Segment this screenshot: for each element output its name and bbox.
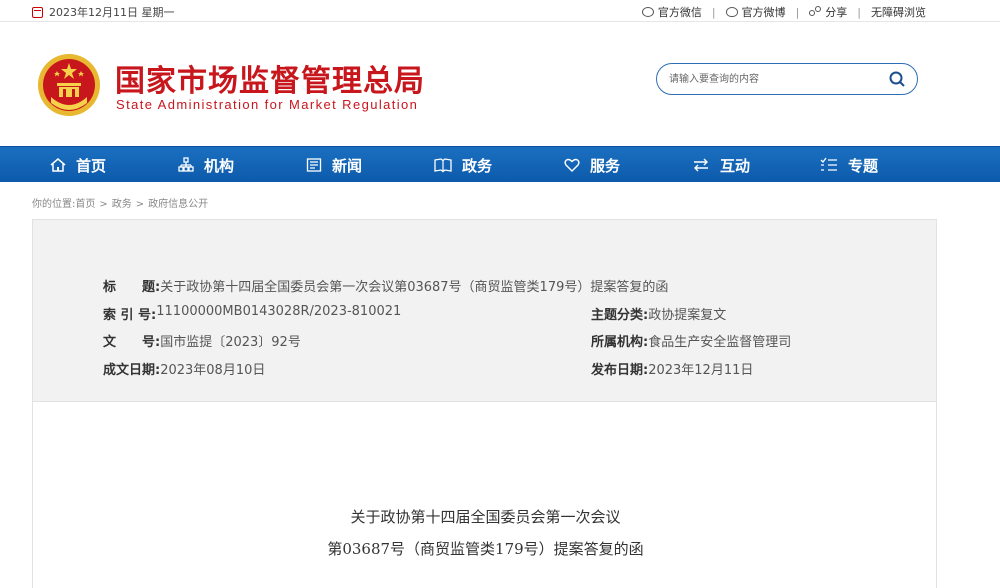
nav-label: 政务: [462, 156, 493, 175]
date-text: 2023年12月11日 星期一: [49, 6, 175, 19]
breadcrumb-home[interactable]: 首页: [75, 199, 95, 210]
nav-item-topics[interactable]: 专题: [820, 147, 878, 183]
weibo-link[interactable]: 官方微博: [725, 4, 786, 20]
info-row-index: 索 引 号: 11100000MB0143028R/2023-810021: [103, 304, 401, 323]
search-input[interactable]: [669, 70, 879, 88]
top-bar: 2023年12月11日 星期一 官方微信 | 官方微博 | 分享 | 无障碍浏览: [0, 0, 1000, 22]
current-date: 2023年12月11日 星期一: [32, 4, 175, 20]
topic-label: 主题分类:: [591, 308, 649, 323]
share-icon: [809, 6, 822, 18]
org-label: 所属机构:: [591, 335, 649, 350]
news-icon: [306, 158, 322, 172]
national-emblem-icon[interactable]: [37, 53, 101, 117]
breadcrumb-separator: >: [135, 199, 145, 210]
share-link[interactable]: 分享: [809, 4, 847, 20]
heart-icon: [564, 158, 580, 172]
site-title[interactable]: 国家市场监督管理总局: [115, 56, 425, 100]
wechat-label: 官方微信: [657, 6, 702, 19]
accessibility-link[interactable]: 无障碍浏览: [871, 4, 926, 20]
wechat-link[interactable]: 官方微信: [641, 4, 702, 20]
wechat-icon: [641, 7, 654, 17]
nav-item-news[interactable]: 新闻: [306, 147, 362, 183]
title-value: 关于政协第十四届全国委员会第一次会议第03687号（商贸监管类179号）提案答复…: [160, 280, 669, 295]
published-label: 发布日期:: [591, 363, 649, 378]
nav-item-interact[interactable]: 互动: [692, 147, 750, 183]
info-row-created: 成文日期: 2023年08月10日: [103, 359, 265, 378]
search-icon[interactable]: [889, 71, 905, 87]
org-icon: [178, 157, 194, 172]
separator: |: [857, 5, 861, 19]
affairs-icon: [434, 158, 452, 173]
nav-label: 首页: [76, 156, 107, 175]
exchange-icon: [694, 158, 708, 172]
breadcrumb-prefix: 你的位置:: [32, 199, 76, 210]
info-row-docno: 文 号: 国市监提〔2023〕92号: [103, 331, 301, 350]
separator: |: [795, 5, 800, 19]
site-title-english: State Administration for Market Regulati…: [116, 97, 419, 112]
breadcrumb: 你的位置:首页 > 政务 > 政府信息公开: [32, 195, 208, 210]
nav-label: 机构: [204, 156, 235, 175]
nav-item-org[interactable]: 机构: [178, 147, 234, 183]
info-row-title: 标 题: 关于政协第十四届全国委员会第一次会议第03687号（商贸监管类179号…: [103, 276, 668, 295]
document-body: 关于政协第十四届全国委员会第一次会议 第03687号（商贸监管类179号）提案答…: [32, 402, 937, 588]
created-value: 2023年08月10日: [160, 363, 266, 378]
info-row-org: 所属机构: 食品生产安全监督管理司: [591, 331, 791, 350]
nav-label: 服务: [590, 156, 621, 175]
info-row-topic: 主题分类: 政协提案复文: [591, 304, 726, 323]
nav-item-service[interactable]: 服务: [564, 147, 620, 183]
site-header: 国家市场监督管理总局 State Administration for Mark…: [0, 23, 1000, 146]
nav-label: 专题: [848, 156, 879, 175]
docno-label: 文 号:: [103, 335, 161, 350]
breadcrumb-affairs[interactable]: 政务: [112, 199, 132, 210]
document-title-line1: 关于政协第十四届全国委员会第一次会议: [350, 508, 621, 526]
main-nav: 首页 机构 新闻 政务 服务 互动 专题: [0, 146, 1000, 182]
created-label: 成文日期:: [103, 363, 161, 378]
breadcrumb-separator: >: [99, 199, 108, 210]
index-label: 索 引 号:: [103, 308, 157, 323]
search-box: [656, 63, 918, 95]
info-row-published: 发布日期: 2023年12月11日: [591, 359, 753, 378]
docno-value: 国市监提〔2023〕92号: [160, 335, 301, 350]
share-label: 分享: [825, 6, 848, 19]
nav-label: 新闻: [332, 156, 363, 175]
title-label: 标 题:: [103, 280, 161, 295]
calendar-icon: [32, 6, 43, 18]
published-value: 2023年12月11日: [648, 363, 754, 378]
weibo-label: 官方微博: [741, 6, 786, 19]
nav-item-home[interactable]: 首页: [50, 147, 106, 183]
accessibility-label: 无障碍浏览: [871, 6, 926, 19]
breadcrumb-gov-info[interactable]: 政府信息公开: [148, 199, 208, 210]
nav-label: 互动: [720, 156, 751, 175]
weibo-icon: [725, 7, 738, 17]
org-value: 食品生产安全监督管理司: [648, 335, 792, 350]
document-title-line2: 第03687号（商贸监管类179号）提案答复的函: [327, 540, 644, 558]
nav-item-affairs[interactable]: 政务: [434, 147, 492, 183]
list-icon: [820, 157, 837, 171]
index-value: 11100000MB0143028R/2023-810021: [156, 304, 402, 319]
top-links: 官方微信 | 官方微博 | 分享 | 无障碍浏览: [641, 4, 926, 20]
document-info-panel: 标 题: 关于政协第十四届全国委员会第一次会议第03687号（商贸监管类179号…: [32, 219, 937, 402]
separator: |: [711, 5, 716, 19]
topic-value: 政协提案复文: [648, 308, 727, 323]
home-icon: [50, 158, 66, 172]
